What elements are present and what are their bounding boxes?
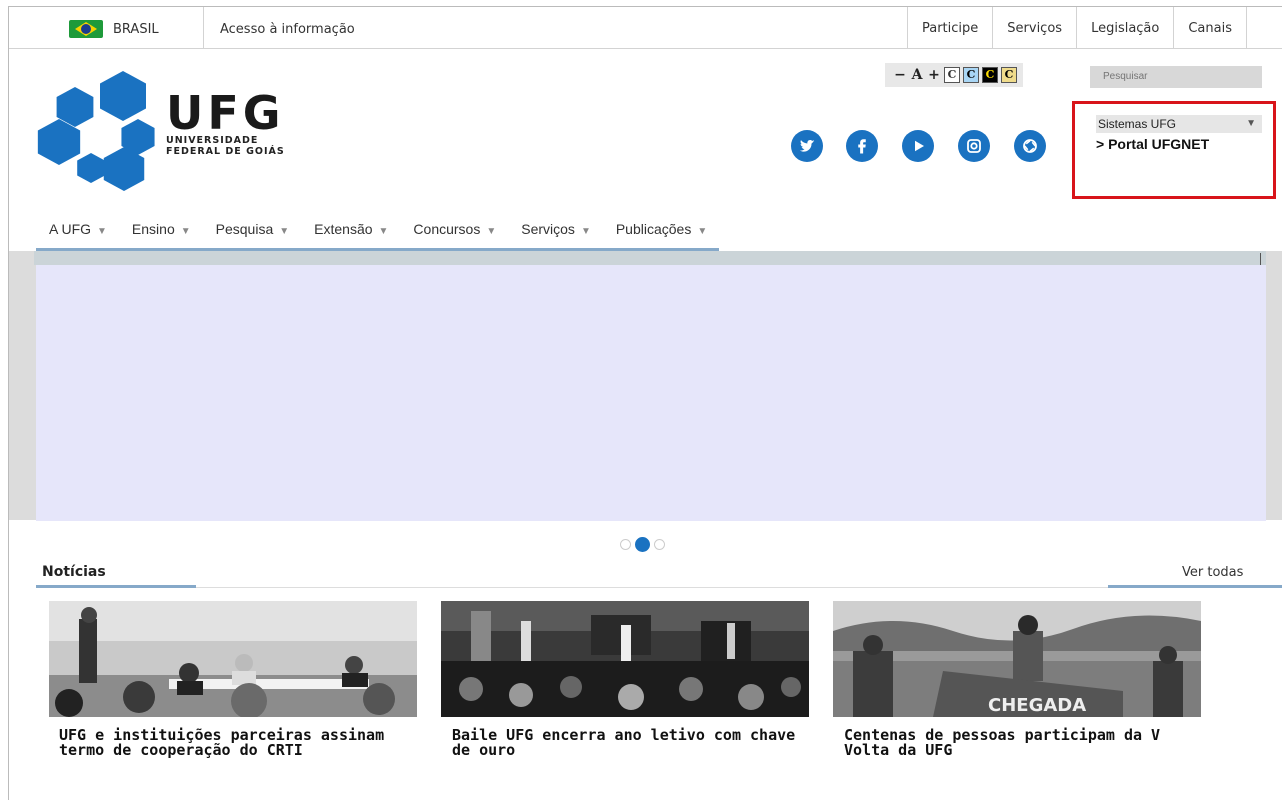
nav-label: A UFG bbox=[49, 221, 92, 237]
gov-link-servicos[interactable]: Serviços bbox=[992, 7, 1076, 49]
see-all-news-link[interactable]: Ver todas bbox=[1182, 565, 1243, 580]
logo-subtitle-2: FEDERAL DE GOIÁS bbox=[166, 146, 285, 157]
nav-item-extensao[interactable]: Extensão ▼ bbox=[301, 213, 400, 248]
news-caption-3[interactable]: Centenas de pessoas participam da V Volt… bbox=[844, 728, 1214, 758]
news-caption-2[interactable]: Baile UFG encerra ano letivo com chave d… bbox=[452, 728, 822, 758]
brazil-flag-icon bbox=[69, 20, 103, 38]
carousel-dot-2[interactable] bbox=[635, 537, 650, 552]
gov-link-canais[interactable]: Canais bbox=[1173, 7, 1247, 49]
font-size-label: A bbox=[911, 67, 923, 83]
news-image-3[interactable]: CHEGADA bbox=[833, 601, 1201, 717]
increase-font-button[interactable]: + bbox=[927, 67, 941, 83]
main-nav: A UFG ▼ Ensino ▼ Pesquisa ▼ Extensão ▼ Concu… bbox=[36, 213, 720, 251]
portal-ufgnet-link[interactable]: > Portal UFGNET bbox=[1096, 136, 1209, 152]
gov-link-participe[interactable]: Participe bbox=[906, 7, 992, 49]
carousel-dot-1[interactable] bbox=[620, 539, 631, 550]
dropdown-arrow-icon: ▼ bbox=[279, 226, 290, 237]
contrast-default-button[interactable]: C bbox=[944, 67, 960, 83]
see-all-underline bbox=[1108, 585, 1282, 588]
news-title-underline bbox=[36, 585, 196, 588]
youtube-icon[interactable] bbox=[902, 130, 934, 162]
nav-label: Pesquisa bbox=[215, 221, 274, 237]
nav-label: Concursos bbox=[413, 221, 481, 237]
nav-label: Publicações bbox=[615, 221, 692, 237]
contrast-blue-button[interactable]: C bbox=[963, 67, 979, 83]
nav-item-servicos[interactable]: Serviços ▼ bbox=[508, 213, 603, 248]
nav-item-pesquisa[interactable]: Pesquisa ▼ bbox=[203, 213, 302, 248]
page: BRASIL Acesso à informação Participe Ser… bbox=[8, 6, 1282, 800]
instagram-icon[interactable] bbox=[958, 130, 990, 162]
gov-links: Participe Serviços Legislação Canais bbox=[906, 7, 1247, 49]
nav-item-concursos[interactable]: Concursos ▼ bbox=[400, 213, 508, 248]
contrast-sepia-button[interactable]: C bbox=[1001, 67, 1017, 83]
nav-item-publicacoes[interactable]: Publicações ▼ bbox=[603, 213, 719, 248]
twitter-icon[interactable] bbox=[791, 130, 823, 162]
nav-item-ensino[interactable]: Ensino ▼ bbox=[119, 213, 203, 248]
chegada-banner-text: CHEGADA bbox=[988, 695, 1086, 716]
logo-text: UFG UNIVERSIDADE FEDERAL DE GOIÁS bbox=[166, 86, 285, 157]
brasil-link[interactable]: BRASIL bbox=[69, 20, 159, 38]
news-image-1[interactable] bbox=[49, 601, 417, 717]
dropdown-arrow-icon: ▼ bbox=[486, 226, 497, 237]
nav-item-a-ufg[interactable]: A UFG ▼ bbox=[36, 213, 119, 248]
gov-link-legislacao[interactable]: Legislação bbox=[1076, 7, 1173, 49]
logo-title: UFG bbox=[166, 86, 285, 140]
divider bbox=[203, 7, 204, 49]
news-caption-1[interactable]: UFG e instituições parceiras assinam ter… bbox=[59, 728, 429, 758]
acesso-informacao-link[interactable]: Acesso à informação bbox=[220, 22, 355, 37]
carousel-dots bbox=[620, 537, 665, 552]
news-divider bbox=[36, 587, 1282, 588]
accessibility-toolbar: − A + C C C C bbox=[885, 63, 1023, 87]
nav-label: Serviços bbox=[521, 221, 575, 237]
logo-hexagon-icon bbox=[76, 153, 106, 183]
brasil-label: BRASIL bbox=[113, 21, 159, 37]
flickr-icon[interactable] bbox=[1014, 130, 1046, 162]
logo-hexagon-icon bbox=[98, 71, 148, 121]
news-image-2[interactable] bbox=[441, 601, 809, 717]
facebook-icon[interactable] bbox=[846, 130, 878, 162]
nav-label: Ensino bbox=[131, 221, 175, 237]
gov-bar: BRASIL Acesso à informação Participe Ser… bbox=[9, 7, 1282, 49]
dropdown-arrow-icon: ▼ bbox=[97, 226, 107, 237]
sistemas-dropdown[interactable]: Sistemas UFG ▼ bbox=[1096, 115, 1262, 133]
search-input[interactable] bbox=[1090, 66, 1262, 88]
sistemas-selected: Sistemas UFG bbox=[1098, 117, 1177, 131]
carousel-dot-3[interactable] bbox=[654, 539, 665, 550]
contrast-dark-button[interactable]: C bbox=[982, 67, 998, 83]
banner-marker bbox=[1260, 253, 1261, 265]
ufg-logo[interactable]: UFG UNIVERSIDADE FEDERAL DE GOIÁS bbox=[36, 67, 296, 187]
carousel-slide[interactable] bbox=[36, 265, 1266, 521]
dropdown-arrow-icon: ▼ bbox=[580, 226, 591, 237]
news-section-title: Notícias bbox=[42, 564, 106, 580]
decrease-font-button[interactable]: − bbox=[893, 67, 907, 83]
dropdown-arrow-icon: ▼ bbox=[697, 226, 708, 237]
dropdown-arrow-icon: ▼ bbox=[378, 226, 389, 237]
nav-label: Extensão bbox=[314, 221, 373, 237]
banner-strip bbox=[34, 251, 1266, 265]
dropdown-arrow-icon: ▼ bbox=[180, 226, 191, 237]
dropdown-arrow-icon: ▼ bbox=[1246, 118, 1256, 129]
